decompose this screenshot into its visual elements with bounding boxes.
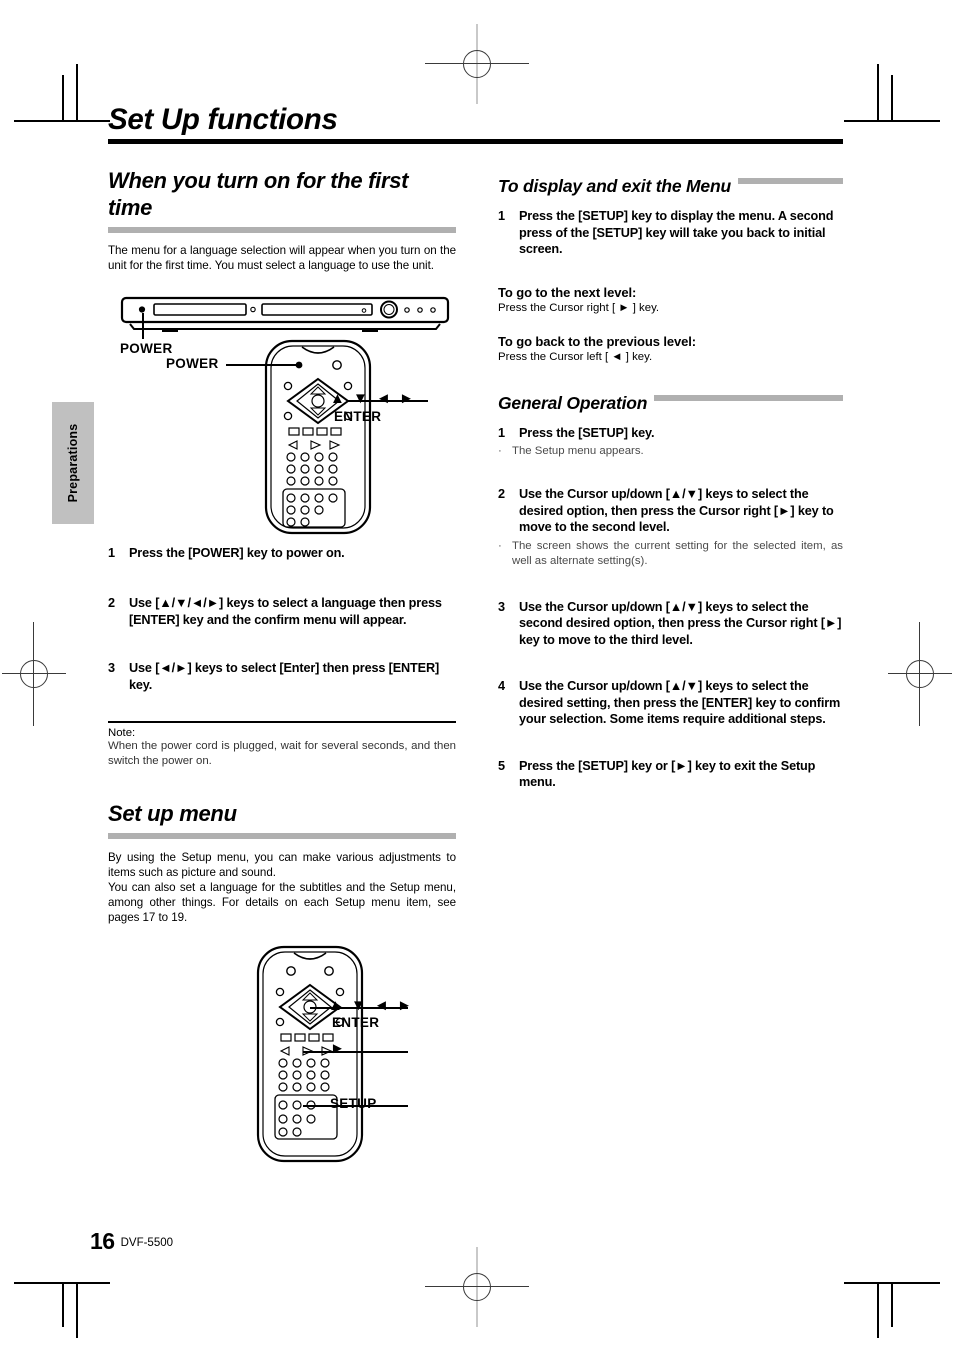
- registration-mark-left: [2, 622, 66, 726]
- step-text: Use [▲/▼/◄/►] keys to select a language …: [129, 596, 442, 627]
- section-tab-preparations: Preparations: [52, 402, 94, 524]
- crop-mark-top-left: [14, 32, 154, 172]
- step-text: Press the [POWER] key to power on.: [129, 545, 345, 560]
- right-section-2-heading-band: General Operation: [498, 392, 843, 414]
- sub-section-next-level: To go to the next level: Press the Curso…: [498, 285, 843, 316]
- step-text: Use the Cursor up/down [▲/▼] keys to sel…: [519, 487, 834, 535]
- sub-heading-next-level: To go to the next level:: [498, 284, 637, 300]
- label-enter-bottom: ENTER: [332, 1015, 380, 1031]
- step-item: 5 Press the [SETUP] key or [►] key to ex…: [498, 758, 843, 791]
- general-operation-steps: 1 Press the [SETUP] key. · The Setup men…: [498, 425, 843, 791]
- leader-player-power: [142, 312, 144, 339]
- step-item: 1 Press the [SETUP] key.: [498, 425, 843, 442]
- label-remote-power: POWER: [166, 355, 219, 371]
- step-item: 2 Use [▲/▼/◄/►] keys to select a languag…: [108, 595, 456, 628]
- bullet-text: The Setup menu appears.: [512, 445, 644, 458]
- sub-heading-previous-level: To go back to the previous level:: [498, 333, 696, 349]
- label-setup: SETUP: [330, 1096, 377, 1112]
- step-number: 1: [108, 545, 115, 560]
- setup-menu-paragraph-1: By using the Setup menu, you can make va…: [108, 850, 456, 879]
- label-player-power: POWER: [120, 340, 173, 356]
- figure-setup-remote: ▲ ▼ ◄ ► ENTER ► SETUP: [108, 943, 456, 1178]
- crop-mark-top-right: [800, 32, 940, 172]
- note-block: Note: When the power cord is plugged, wa…: [108, 721, 456, 769]
- label-cursor-keys: ▲ ▼ ◄ ►: [330, 389, 416, 407]
- section-tab-label: Preparations: [66, 423, 80, 503]
- step-text: Press the [SETUP] key or [►] key to exit…: [519, 758, 816, 790]
- step-item: 2 Use the Cursor up/down [▲/▼] keys to s…: [498, 486, 843, 536]
- label-play: ►: [330, 1040, 346, 1058]
- bullet-marker: ·: [498, 445, 502, 458]
- step-number: 2: [498, 487, 505, 502]
- setup-menu-heading: Set up menu: [108, 800, 237, 826]
- right-section-1-heading-band: To display and exit the Menu: [498, 176, 843, 197]
- left-column: When you turn on for the first time The …: [108, 168, 456, 1178]
- registration-mark-bottom: [425, 1247, 529, 1327]
- step-item: 1 Press the [SETUP] key to display the m…: [498, 208, 843, 258]
- setup-menu-rule: [108, 832, 456, 839]
- step-number: 5: [498, 758, 505, 773]
- left-steps-list: 1 Press the [POWER] key to power on. 2 U…: [108, 545, 456, 694]
- step-number: 2: [108, 596, 115, 611]
- step-item: 3 Use [◄/►] keys to select [Enter] then …: [108, 660, 456, 693]
- sub-section-previous-level: To go back to the previous level: Press …: [498, 334, 843, 365]
- step-number: 1: [498, 209, 505, 223]
- page-footer: 16 DVF-5500: [90, 1228, 173, 1255]
- step-number: 4: [498, 679, 505, 694]
- right-section-1-heading: To display and exit the Menu: [498, 176, 738, 197]
- step-item: 3 Use the Cursor up/down [▲/▼] keys to s…: [498, 599, 843, 649]
- crop-mark-bottom-right: [800, 1230, 940, 1340]
- left-intro-paragraph: The menu for a language selection will a…: [108, 243, 456, 272]
- registration-mark-right: [888, 622, 952, 726]
- remote-control-illustration-top: [264, 339, 372, 534]
- label-cursor-keys-bottom: ▲ ▼ ◄ ►: [328, 997, 414, 1015]
- page-title: Set Up functions: [108, 103, 338, 136]
- page-number: 16: [90, 1228, 115, 1254]
- note-rule: [108, 721, 456, 723]
- step-group: 1 Press the [SETUP] key. · The Setup men…: [498, 425, 843, 460]
- leader-play: [303, 1051, 408, 1054]
- page-title-block: Set Up functions: [108, 103, 843, 144]
- step-bullet: · The screen shows the current setting f…: [498, 539, 843, 569]
- step-text: Press the [SETUP] key.: [519, 425, 655, 440]
- title-rule: [108, 138, 843, 144]
- setup-menu-paragraph-2: You can also set a language for the subt…: [108, 880, 456, 925]
- step-text: Use [◄/►] keys to select [Enter] then pr…: [129, 661, 440, 692]
- step-number: 3: [498, 599, 505, 614]
- note-body: When the power cord is plugged, wait for…: [108, 739, 456, 767]
- step-number: 3: [108, 661, 115, 676]
- step-text: Press the [SETUP] key to display the men…: [519, 209, 834, 256]
- registration-mark-top: [425, 24, 529, 104]
- model-name: DVF-5500: [120, 1237, 174, 1249]
- remote-control-illustration-bottom: [256, 946, 364, 1163]
- left-heading: When you turn on for the first time: [108, 168, 409, 220]
- left-heading-rule: [108, 226, 456, 233]
- sub-body-next-level: Press the Cursor right [ ► ] key.: [498, 301, 660, 314]
- figure-power-remote: POWER POWER ▲ ▼ ◄ ► ENTER: [108, 295, 456, 539]
- right-section-2-heading: General Operation: [498, 392, 655, 414]
- sub-body-previous-level: Press the Cursor left [ ◄ ] key.: [498, 350, 653, 363]
- label-enter: ENTER: [334, 408, 382, 424]
- leader-remote-power: [226, 363, 301, 366]
- bullet-text: The screen shows the current setting for…: [512, 539, 843, 567]
- step-group: 2 Use the Cursor up/down [▲/▼] keys to s…: [498, 486, 843, 569]
- step-number: 1: [498, 425, 505, 440]
- note-title: Note:: [108, 726, 136, 739]
- bullet-marker: ·: [498, 539, 502, 552]
- step-text: Use the Cursor up/down [▲/▼] keys to sel…: [519, 679, 841, 727]
- dvd-player-illustration: [120, 296, 450, 332]
- step-text: Use the Cursor up/down [▲/▼] keys to sel…: [519, 599, 842, 647]
- step-bullet: · The Setup menu appears.: [498, 444, 843, 459]
- step-item: 4 Use the Cursor up/down [▲/▼] keys to s…: [498, 678, 843, 728]
- step-item: 1 Press the [POWER] key to power on.: [108, 545, 456, 562]
- right-column: To display and exit the Menu 1 Press the…: [498, 168, 843, 791]
